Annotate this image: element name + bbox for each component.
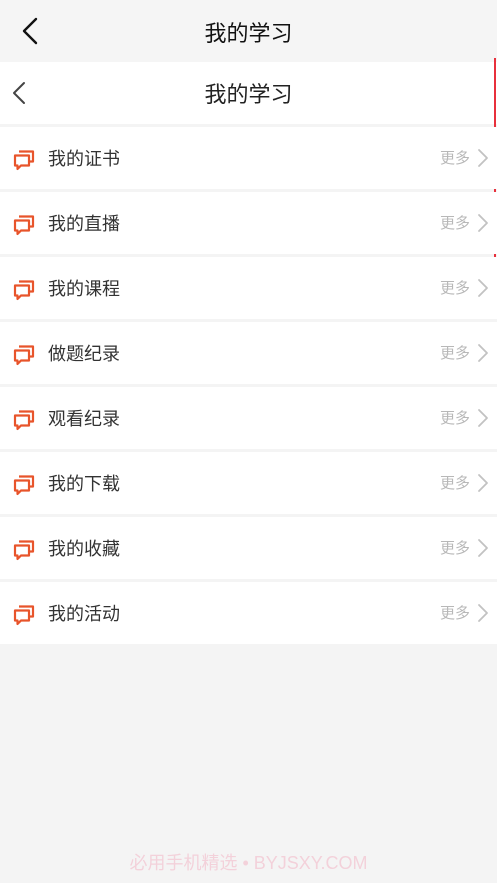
- subheader-title: 我的学习: [204, 83, 293, 108]
- chat-bubbles-icon: [13, 215, 35, 236]
- page: 我的学习 我的学习 我的证书 更多 我的直播 更多 我的课程 更多 做题纪录 更…: [0, 0, 497, 883]
- chat-bubbles-icon: [13, 605, 35, 626]
- watermark: 必用手机精选 • BYJSXY.COM: [129, 853, 368, 873]
- subheader: 我的学习: [0, 62, 497, 124]
- chat-bubbles-icon: [13, 475, 35, 496]
- menu-item-exercise-records[interactable]: 做题纪录 更多: [0, 322, 497, 384]
- learning-menu: 我的证书 更多 我的直播 更多 我的课程 更多 做题纪录 更多 观看纪录 更多 …: [0, 127, 497, 647]
- menu-item-label: 做题纪录: [48, 344, 120, 365]
- chevron-right-icon: [478, 539, 488, 557]
- more-link[interactable]: 更多: [440, 147, 470, 168]
- chat-bubbles-icon: [13, 410, 35, 431]
- menu-item-favorites[interactable]: 我的收藏 更多: [0, 517, 497, 579]
- menu-item-label: 观看纪录: [48, 409, 120, 430]
- menu-item-label: 我的活动: [48, 604, 120, 625]
- menu-item-label: 我的下载: [48, 474, 120, 495]
- chevron-right-icon: [478, 149, 488, 167]
- menu-item-label: 我的直播: [48, 214, 120, 235]
- chevron-right-icon: [478, 214, 488, 232]
- chat-bubbles-icon: [13, 345, 35, 366]
- menu-item-label: 我的收藏: [48, 539, 120, 560]
- more-link[interactable]: 更多: [440, 277, 470, 298]
- menu-item-downloads[interactable]: 我的下载 更多: [0, 452, 497, 514]
- more-link[interactable]: 更多: [440, 342, 470, 363]
- more-link[interactable]: 更多: [440, 407, 470, 428]
- menu-item-activities[interactable]: 我的活动 更多: [0, 582, 497, 644]
- chevron-right-icon: [478, 344, 488, 362]
- more-link[interactable]: 更多: [440, 602, 470, 623]
- menu-item-courses[interactable]: 我的课程 更多: [0, 257, 497, 319]
- menu-item-label: 我的证书: [48, 149, 120, 170]
- more-link[interactable]: 更多: [440, 472, 470, 493]
- chevron-right-icon: [478, 604, 488, 622]
- menu-item-live[interactable]: 我的直播 更多: [0, 192, 497, 254]
- chat-bubbles-icon: [13, 540, 35, 561]
- menu-item-certificates[interactable]: 我的证书 更多: [0, 127, 497, 189]
- chat-bubbles-icon: [13, 280, 35, 301]
- chat-bubbles-icon: [13, 150, 35, 171]
- more-link[interactable]: 更多: [440, 537, 470, 558]
- menu-item-watch-history[interactable]: 观看纪录 更多: [0, 387, 497, 449]
- app-header: 我的学习: [0, 0, 497, 62]
- more-link[interactable]: 更多: [440, 212, 470, 233]
- page-title: 我的学习: [204, 22, 293, 47]
- menu-item-label: 我的课程: [48, 279, 120, 300]
- chevron-right-icon: [478, 409, 488, 427]
- chevron-right-icon: [478, 474, 488, 492]
- chevron-right-icon: [478, 279, 488, 297]
